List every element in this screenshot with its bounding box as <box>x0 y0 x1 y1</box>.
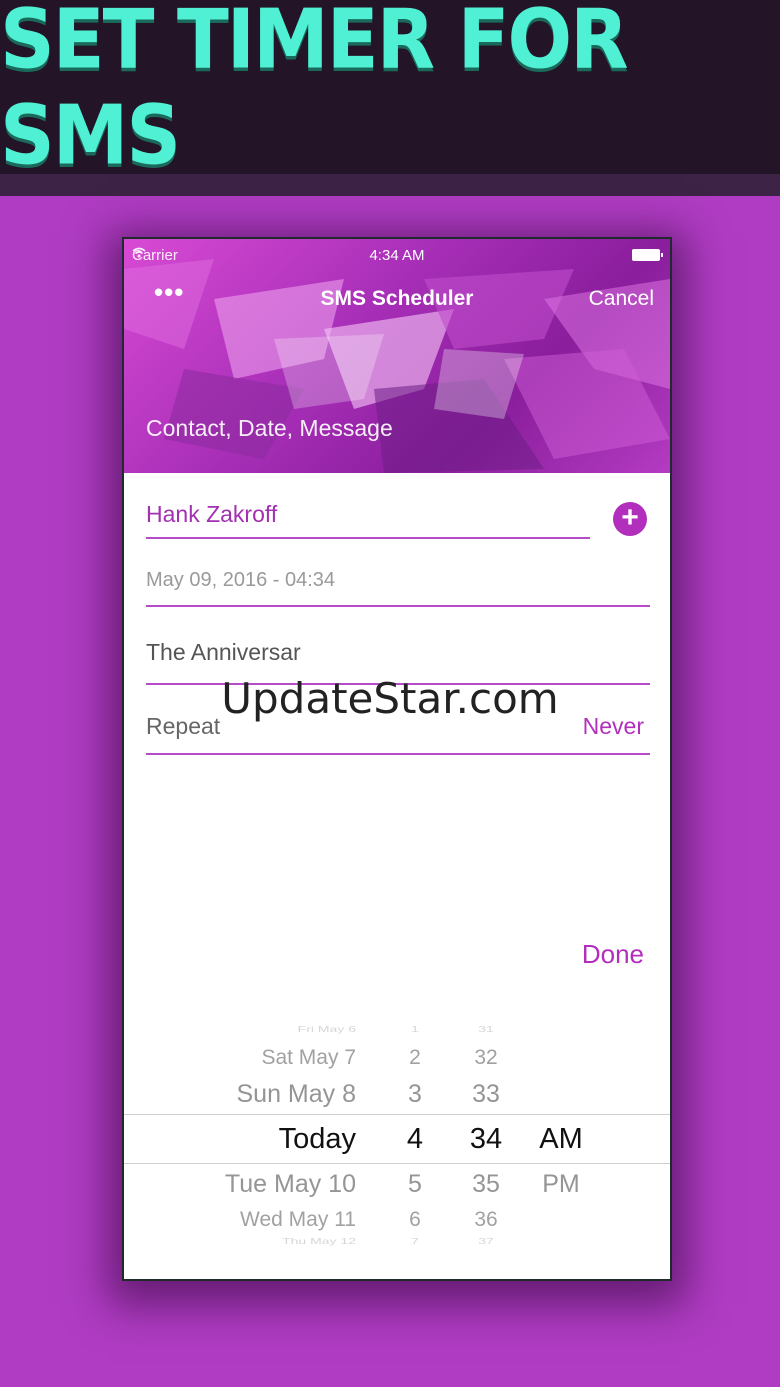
battery-icon <box>632 249 663 261</box>
picker-hour: 4 <box>406 1123 424 1155</box>
contact-field[interactable]: Hank Zakroff <box>146 501 590 539</box>
status-bar: Carrier 4:34 AM <box>124 245 670 267</box>
cancel-button[interactable]: Cancel <box>589 287 654 311</box>
picker-minute: 37 <box>478 1236 494 1246</box>
picker-minute: 34 <box>469 1123 503 1155</box>
picker-hour: 7 <box>411 1236 419 1246</box>
picker-selection-band <box>124 1114 670 1164</box>
promo-banner: SET TIMER FOR SMS <box>0 0 780 183</box>
picker-hour: 1 <box>411 1024 419 1034</box>
date-time-field[interactable]: May 09, 2016 - 04:34 <box>146 569 650 607</box>
picker-minute: 33 <box>472 1080 500 1108</box>
picker-day: Wed May 11 <box>240 1208 356 1231</box>
picker-day: Today <box>278 1123 356 1155</box>
picker-minute: 32 <box>474 1046 498 1069</box>
picker-minute: 35 <box>472 1170 500 1198</box>
picker-day: Tue May 10 <box>224 1170 356 1198</box>
hero-caption: Contact, Date, Message <box>146 415 393 441</box>
date-time-picker[interactable]: Fri May 6 1 31 Sat May 7 2 32 Sun May 8 … <box>124 1024 670 1269</box>
watermark: UpdateStar.com <box>221 674 559 723</box>
picker-ampm: AM <box>539 1123 583 1155</box>
banner-stripe <box>0 174 780 196</box>
picker-hour: 3 <box>408 1080 422 1108</box>
picker-day: Sun May 8 <box>236 1080 356 1108</box>
picker-day: Sat May 7 <box>261 1046 356 1069</box>
banner-title: SET TIMER FOR SMS <box>0 0 629 184</box>
picker-day: Fri May 6 <box>297 1024 356 1034</box>
header-hero: Carrier 4:34 AM ••• SMS Scheduler Cancel… <box>124 239 670 473</box>
picker-day: Thu May 12 <box>282 1236 356 1246</box>
picker-minute: 31 <box>478 1024 494 1034</box>
picker-hour: 2 <box>409 1046 421 1069</box>
done-button[interactable]: Done <box>582 939 644 970</box>
picker-hour: 5 <box>408 1170 422 1198</box>
picker-hour: 6 <box>409 1208 421 1231</box>
picker-ampm: PM <box>542 1170 580 1198</box>
nav-bar: ••• SMS Scheduler Cancel <box>124 279 670 321</box>
add-contact-button[interactable]: + <box>613 502 647 536</box>
picker-minute: 36 <box>474 1208 498 1231</box>
status-time: 4:34 AM <box>369 247 425 264</box>
phone-screen: Carrier 4:34 AM ••• SMS Scheduler Cancel… <box>122 237 672 1281</box>
